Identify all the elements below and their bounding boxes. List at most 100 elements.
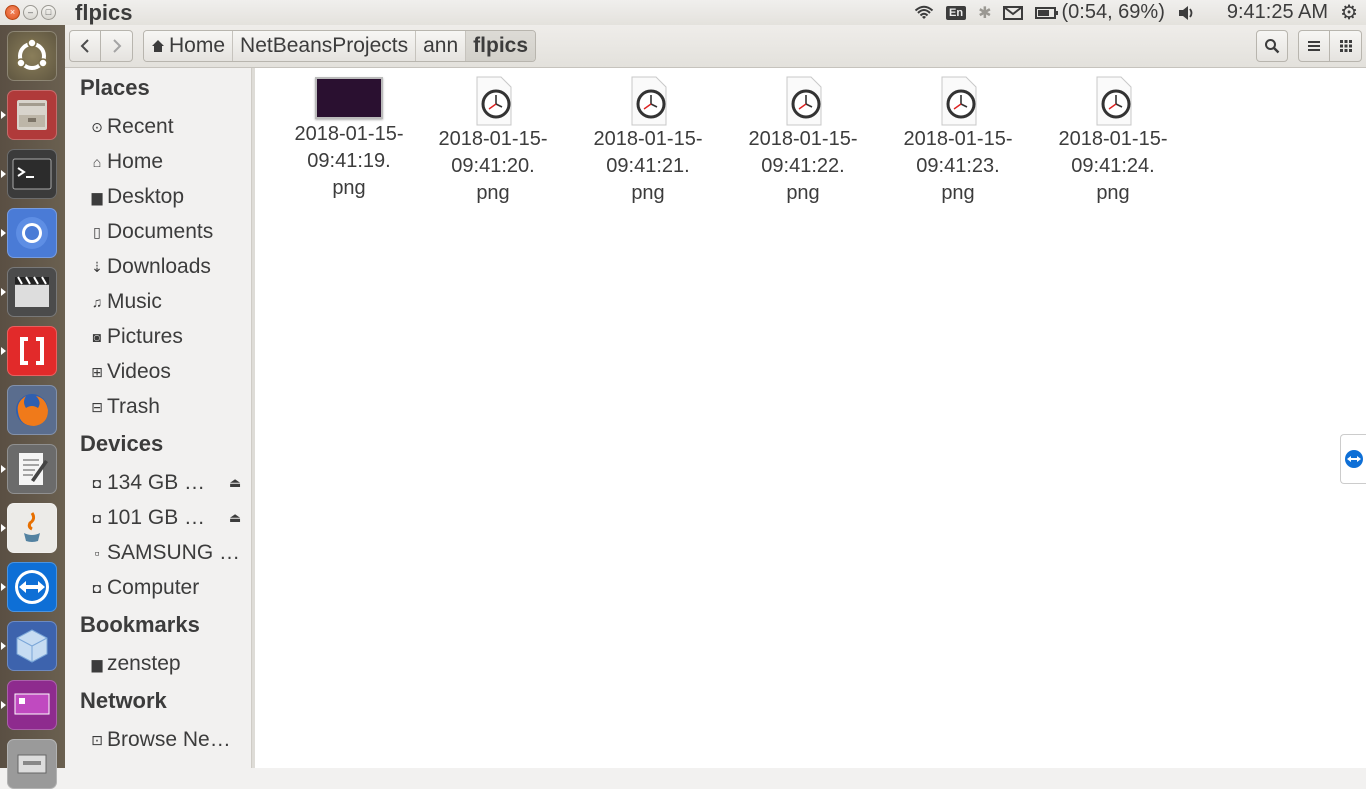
firefox-icon[interactable]: [7, 385, 57, 435]
drive-icon: ◘: [92, 475, 102, 491]
network-icon: ⊡: [91, 731, 103, 748]
video-editor-icon[interactable]: [1, 267, 57, 317]
file-name-line: 2018-01-15-: [593, 128, 703, 150]
file-name-line: 2018-01-15-: [438, 128, 548, 150]
screen-app-icon[interactable]: [1, 680, 57, 730]
sidebar-item-zenstep[interactable]: ▆ zenstep: [87, 649, 247, 679]
brackets-icon[interactable]: [1, 326, 57, 376]
file-name-line: 09:41:24.: [1071, 155, 1155, 177]
wifi-icon[interactable]: [914, 5, 934, 21]
battery-icon: [1035, 6, 1059, 19]
file-name-line: png: [332, 177, 366, 199]
clock[interactable]: 9:41:25 AM: [1227, 1, 1328, 24]
image-file-icon: [622, 76, 674, 126]
eject-icon[interactable]: ⏏: [229, 510, 241, 526]
breadcrumb-ann[interactable]: ann: [416, 31, 467, 61]
usb-drive-icon: ▫: [94, 545, 100, 561]
image-file-icon: [467, 76, 519, 126]
sidebar-item-pictures[interactable]: ◙ Pictures: [87, 322, 247, 352]
teamviewer-icon: [1344, 450, 1363, 468]
removable-drive-icon[interactable]: [7, 739, 57, 789]
sidebar-item-desktop[interactable]: ▆ Desktop: [87, 182, 247, 212]
file-name-line: png: [941, 182, 975, 204]
file-item[interactable]: 2018-01-15- 09:41:23. png: [883, 68, 1033, 207]
virtualbox-icon[interactable]: [1, 621, 57, 671]
file-item[interactable]: 2018-01-15- 09:41:22. png: [728, 68, 878, 207]
breadcrumb: Home NetBeansProjects ann flpics: [143, 30, 537, 62]
home-icon: ⌂: [92, 154, 102, 170]
search-button[interactable]: [1256, 30, 1288, 62]
close-button[interactable]: ×: [5, 5, 20, 20]
network-header: Network: [80, 688, 167, 713]
sidebar-item-device-samsung[interactable]: ▫ SAMSUNG …: [87, 538, 247, 568]
sidebar: Places ⊙ Recent ⌂ Home ▆ Desktop ▯ Documents…: [65, 68, 251, 768]
volume-icon[interactable]: [1177, 5, 1197, 21]
sidebar-item-browse-network[interactable]: ⊡ Browse Ne…: [87, 725, 247, 755]
image-file-icon: [1087, 76, 1139, 126]
sidebar-item-documents[interactable]: ▯ Documents: [87, 217, 247, 247]
teamviewer-icon[interactable]: [1, 562, 57, 612]
text-editor-icon[interactable]: [1, 444, 57, 494]
sidebar-item-music[interactable]: ♫ Music: [87, 287, 247, 317]
file-name-line: 09:41:21.: [606, 155, 690, 177]
file-item[interactable]: 2018-01-15- 09:41:20. png: [418, 68, 568, 207]
file-name-line: png: [1096, 182, 1130, 204]
sidebar-item-label: 134 GB …: [107, 471, 206, 494]
file-item[interactable]: 2018-01-15- 09:41:21. png: [573, 68, 723, 207]
sidebar-item-label: Downloads: [107, 255, 211, 278]
indicator-area: En ✱ (0:54, 69%) 9:41:25 AM ⚙: [914, 0, 1366, 25]
top-panel: × – □ flpics En ✱ (0:54, 69%) 9:41:25 AM…: [0, 0, 1366, 25]
sidebar-item-label: Trash: [107, 395, 160, 418]
file-item[interactable]: 2018-01-15- 09:41:19. png: [274, 68, 424, 202]
sidebar-item-videos[interactable]: ⊞ Videos: [87, 357, 247, 387]
sidebar-item-trash[interactable]: ⊟ Trash: [87, 392, 247, 422]
battery-indicator[interactable]: (0:54, 69%): [1035, 1, 1165, 24]
window-title: flpics: [75, 0, 133, 25]
breadcrumb-home[interactable]: Home: [144, 31, 234, 61]
gear-icon[interactable]: ⚙: [1340, 0, 1358, 25]
eject-icon[interactable]: ⏏: [229, 475, 241, 491]
breadcrumb-netbeansprojects[interactable]: NetBeansProjects: [233, 31, 417, 61]
sidebar-item-home[interactable]: ⌂ Home: [87, 147, 247, 177]
file-name-line: 2018-01-15-: [903, 128, 1013, 150]
sidebar-item-device-101gb[interactable]: ◘ 101 GB …: [87, 503, 247, 533]
list-view-button[interactable]: [1298, 30, 1330, 62]
maximize-button[interactable]: □: [41, 5, 56, 20]
ubuntu-dash-icon[interactable]: [7, 31, 57, 81]
back-button[interactable]: [69, 30, 101, 62]
sidebar-item-downloads[interactable]: ⇣ Downloads: [87, 252, 247, 282]
terminal-icon[interactable]: [1, 149, 57, 199]
file-name-line: 2018-01-15-: [294, 123, 404, 145]
sidebar-item-computer[interactable]: ◘ Computer: [87, 573, 247, 603]
folder-icon: ▆: [91, 188, 103, 205]
java-icon[interactable]: [1, 503, 57, 553]
files-icon[interactable]: [1, 90, 57, 140]
sidebar-item-device-134gb[interactable]: ◘ 134 GB …: [87, 468, 247, 498]
forward-button[interactable]: [101, 30, 133, 62]
file-view[interactable]: 2018-01-15- 09:41:19. png 2018-01-15- 09…: [255, 68, 1366, 768]
bluetooth-icon[interactable]: ✱: [978, 3, 991, 23]
search-icon: [1265, 39, 1280, 54]
sidebar-item-label: Browse Ne…: [107, 728, 231, 751]
chevron-left-icon: [80, 39, 89, 53]
chromium-icon[interactable]: [1, 208, 57, 258]
running-indicator: [1, 583, 6, 591]
drive-icon: ◘: [92, 580, 102, 596]
sidebar-item-label: Recent: [107, 115, 174, 138]
running-indicator: [1, 170, 6, 178]
keyboard-layout-indicator[interactable]: En: [946, 5, 967, 20]
breadcrumb-flpics[interactable]: flpics: [466, 31, 536, 61]
window-controls: × – □: [0, 5, 75, 20]
file-name-line: 09:41:23.: [916, 155, 1000, 177]
sidebar-item-recent[interactable]: ⊙ Recent: [87, 112, 247, 142]
teamviewer-side-tab[interactable]: [1340, 434, 1366, 484]
minimize-button[interactable]: –: [23, 5, 38, 20]
file-name-line: png: [476, 182, 510, 204]
mail-icon[interactable]: [1003, 5, 1024, 20]
file-name-line: 09:41:20.: [451, 155, 535, 177]
sidebar-item-label: Desktop: [107, 185, 185, 208]
grid-view-button[interactable]: [1330, 30, 1362, 62]
sidebar-item-label: Pictures: [107, 325, 183, 348]
file-item[interactable]: 2018-01-15- 09:41:24. png: [1038, 68, 1188, 207]
sidebar-item-label: SAMSUNG …: [107, 541, 241, 564]
